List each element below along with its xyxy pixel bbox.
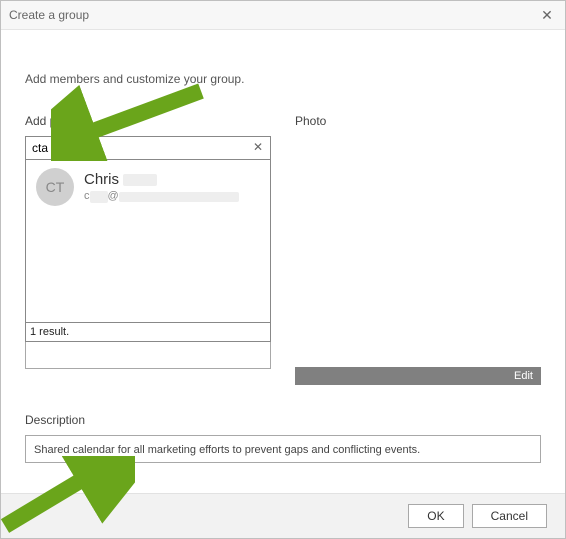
search-result-item[interactable]: CT Chris c@ bbox=[26, 160, 270, 214]
redacted-block bbox=[123, 174, 157, 186]
result-name-text: Chris bbox=[84, 171, 119, 188]
email-prefix: c bbox=[84, 190, 90, 202]
add-people-label: Add people bbox=[25, 114, 271, 128]
description-input[interactable]: Shared calendar for all marketing effort… bbox=[25, 435, 541, 463]
edit-photo-button[interactable]: Edit bbox=[295, 367, 541, 385]
description-text: Shared calendar for all marketing effort… bbox=[34, 444, 420, 456]
close-icon[interactable]: ✕ bbox=[537, 5, 557, 25]
instruction-text: Add members and customize your group. bbox=[25, 72, 541, 86]
photo-label: Photo bbox=[295, 114, 541, 128]
results-count: 1 result. bbox=[26, 322, 270, 341]
avatar: CT bbox=[36, 168, 74, 206]
result-name: Chris bbox=[84, 171, 239, 188]
email-at: @ bbox=[108, 190, 119, 202]
dialog-create-group: Create a group ✕ Add members and customi… bbox=[0, 0, 566, 539]
search-input[interactable] bbox=[26, 137, 270, 159]
description-label: Description bbox=[25, 413, 541, 427]
clear-search-icon[interactable]: ✕ bbox=[250, 139, 266, 155]
search-results-dropdown: CT Chris c@ 1 result. bbox=[25, 160, 271, 342]
result-text: Chris c@ bbox=[84, 171, 239, 202]
add-people-search: ✕ bbox=[25, 136, 271, 160]
window-title: Create a group bbox=[9, 8, 537, 22]
ok-button[interactable]: OK bbox=[408, 504, 463, 528]
redacted-block bbox=[90, 191, 108, 203]
cancel-button[interactable]: Cancel bbox=[472, 504, 547, 528]
titlebar: Create a group ✕ bbox=[1, 1, 565, 30]
dialog-footer: OK Cancel bbox=[1, 493, 565, 538]
selected-people-box[interactable] bbox=[25, 341, 271, 369]
redacted-block bbox=[119, 192, 239, 202]
result-email: c@ bbox=[84, 190, 239, 202]
edit-photo-label: Edit bbox=[514, 370, 533, 382]
content-area: Add members and customize your group. Ad… bbox=[1, 30, 565, 463]
